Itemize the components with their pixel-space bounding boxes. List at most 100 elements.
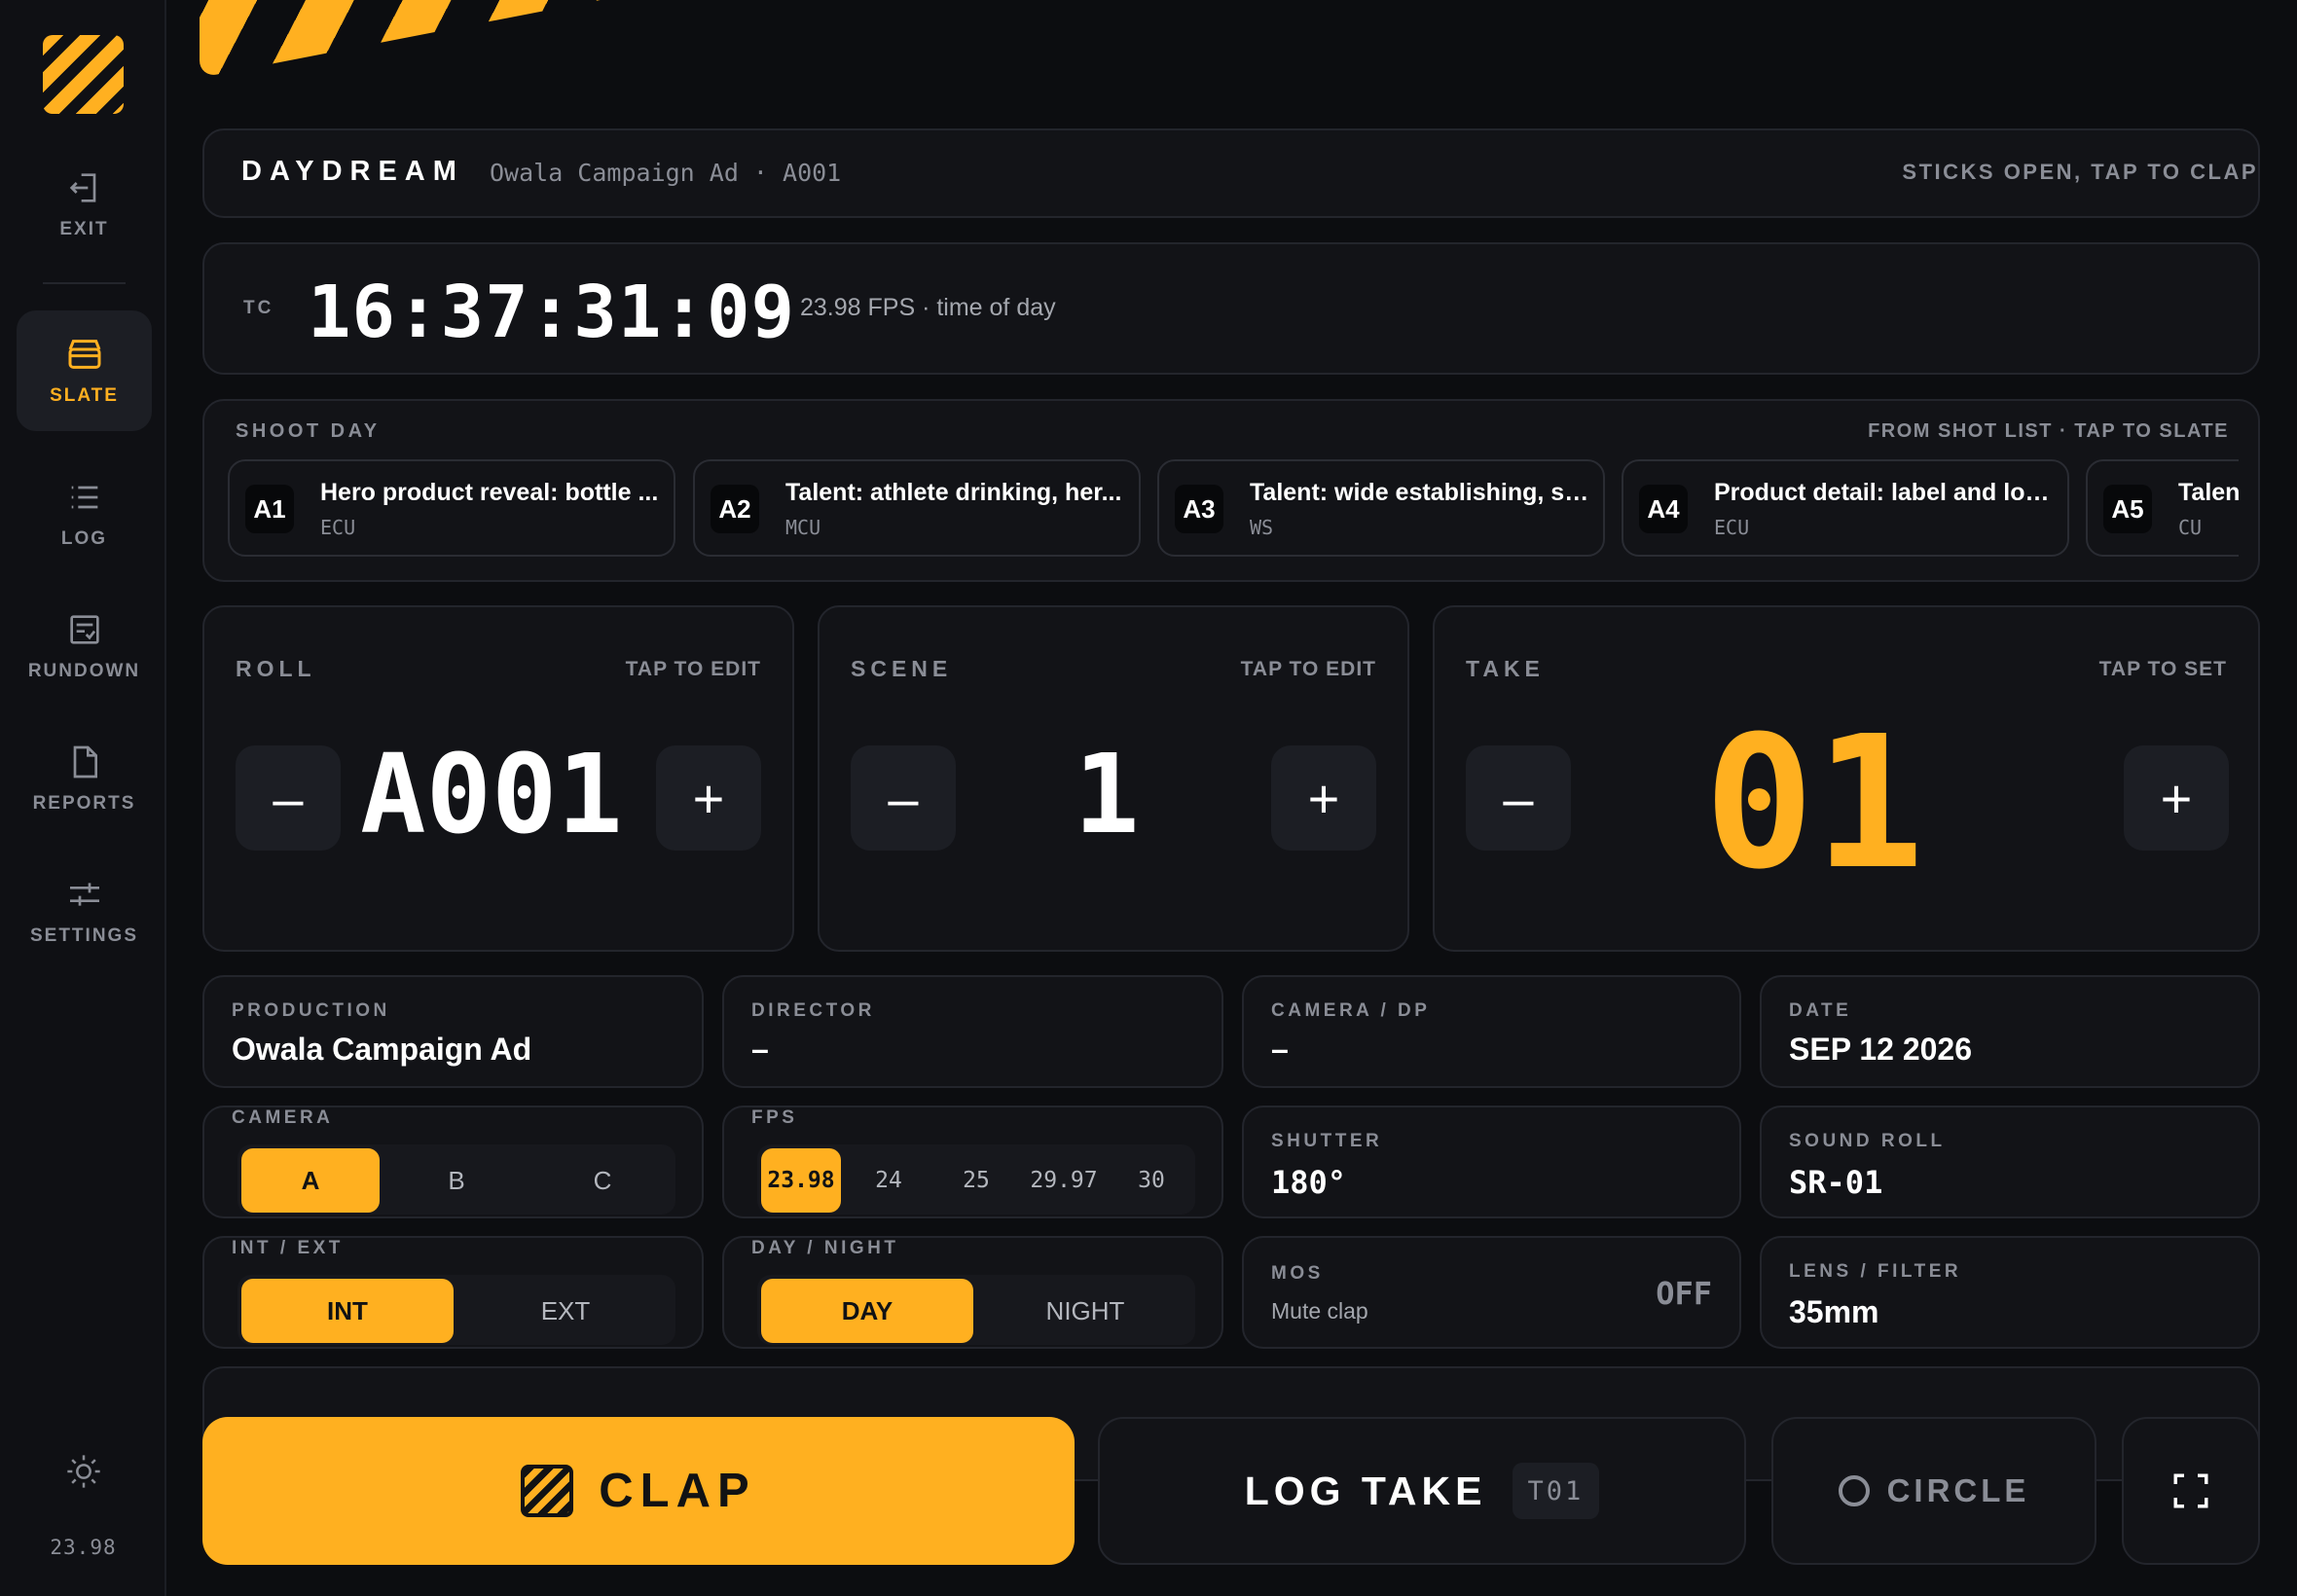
sidebar-item-reports[interactable]: REPORTS <box>17 718 152 839</box>
day-night-card: DAY / NIGHT DAY NIGHT <box>722 1236 1223 1349</box>
shot-title: Talen <box>2178 479 2239 506</box>
fps-readout: 23.98 <box>50 1536 117 1559</box>
int-option[interactable]: INT <box>241 1279 454 1343</box>
mos-toggle-card[interactable]: MOS Mute clap OFF <box>1242 1236 1741 1349</box>
camera-option-c[interactable]: C <box>533 1148 672 1213</box>
clapper-stripes <box>200 0 1076 78</box>
shot-title: Talent: athlete drinking, her... <box>785 479 1122 506</box>
log-take-button[interactable]: LOG TAKE T01 <box>1098 1417 1746 1565</box>
sidebar-item-rundown[interactable]: RUNDOWN <box>17 586 152 707</box>
day-night-segmented-control: DAY NIGHT <box>757 1275 1195 1345</box>
sidebar-item-log[interactable]: LOG <box>17 453 152 574</box>
lens-value: 35mm <box>1789 1294 1879 1329</box>
roll-increment-button[interactable]: + <box>656 745 761 851</box>
scene-panel: SCENE TAP TO EDIT – 1 + <box>818 605 1409 952</box>
director-value: – <box>751 1032 769 1067</box>
shutter-value: 180° <box>1271 1164 1347 1201</box>
fps-option-29-97[interactable]: 29.97 <box>1024 1148 1104 1213</box>
fps-option-25[interactable]: 25 <box>936 1148 1016 1213</box>
sidebar-item-slate[interactable]: SLATE <box>17 310 152 431</box>
fps-option-23-98[interactable]: 23.98 <box>761 1148 841 1213</box>
document-icon <box>73 745 97 779</box>
rundown-icon <box>69 615 99 644</box>
shot-list-hint: FROM SHOT LIST · TAP TO SLATE <box>1868 420 2229 442</box>
take-badge: T01 <box>1512 1463 1600 1519</box>
sliders-icon <box>69 883 99 906</box>
take-decrement-button[interactable]: – <box>1466 745 1571 851</box>
clapper-icon <box>521 1465 574 1517</box>
log-take-label: LOG TAKE <box>1244 1468 1487 1513</box>
sound-roll-card[interactable]: SOUND ROLL SR-01 <box>1760 1106 2260 1218</box>
camera-option-b[interactable]: B <box>387 1148 526 1213</box>
sidebar-divider <box>43 282 126 284</box>
roll-edit-hint[interactable]: TAP TO EDIT <box>626 658 761 681</box>
shot-title: Hero product reveal: bottle ... <box>320 479 659 506</box>
date-value: SEP 12 2026 <box>1789 1032 1973 1067</box>
scene-increment-button[interactable]: + <box>1271 745 1376 851</box>
mos-state: OFF <box>1656 1275 1712 1312</box>
int-ext-card: INT / EXT INT EXT <box>202 1236 704 1349</box>
timecode-value: 16:37:31:09 <box>308 271 796 354</box>
shot-card-a2[interactable]: A2 Talent: athlete drinking, her... MCU <box>693 459 1141 557</box>
shot-type: CU <box>2178 516 2203 539</box>
take-panel: TAKE TAP TO SET – 01 + <box>1433 605 2260 952</box>
fps-option-24[interactable]: 24 <box>849 1148 929 1213</box>
shot-card-a4[interactable]: A4 Product detail: label and log... ECU <box>1622 459 2069 557</box>
shutter-label: SHUTTER <box>1271 1131 1383 1151</box>
camera-selector-card: CAMERA A B C <box>202 1106 704 1218</box>
sidebar-item-settings[interactable]: SETTINGS <box>17 851 152 971</box>
take-increment-button[interactable]: + <box>2124 745 2229 851</box>
scene-edit-hint[interactable]: TAP TO EDIT <box>1241 658 1376 681</box>
director-card[interactable]: DIRECTOR – <box>722 975 1223 1088</box>
production-label: PRODUCTION <box>232 1000 390 1021</box>
shoot-day-label: SHOOT DAY <box>236 420 381 442</box>
ext-option[interactable]: EXT <box>459 1279 672 1343</box>
camera-dp-card[interactable]: CAMERA / DP – <box>1242 975 1741 1088</box>
clap-button[interactable]: CLAP <box>202 1417 1075 1565</box>
clap-status[interactable]: STICKS OPEN, TAP TO CLAP <box>1902 160 2258 185</box>
timecode-note: 23.98 FPS · time of day <box>800 294 1056 321</box>
sidebar-item-label: EXIT <box>59 219 109 239</box>
day-option[interactable]: DAY <box>761 1279 973 1343</box>
date-label: DATE <box>1789 1000 1852 1021</box>
roll-panel: ROLL TAP TO EDIT – A001 + <box>202 605 794 952</box>
shot-code: A5 <box>2103 485 2152 533</box>
scene-value[interactable]: 1 <box>966 732 1248 858</box>
take-label: TAKE <box>1466 656 1545 681</box>
fullscreen-button[interactable] <box>2122 1417 2260 1565</box>
circle-take-button[interactable]: CIRCLE <box>1771 1417 2096 1565</box>
date-card[interactable]: DATE SEP 12 2026 <box>1760 975 2260 1088</box>
project-subtitle: Owala Campaign Ad · A001 <box>490 159 842 187</box>
shot-card-a1[interactable]: A1 Hero product reveal: bottle ... ECU <box>228 459 675 557</box>
roll-value[interactable]: A001 <box>350 732 633 858</box>
sun-icon[interactable] <box>64 1452 103 1491</box>
shot-card-a3[interactable]: A3 Talent: wide establishing, st... WS <box>1157 459 1605 557</box>
day-night-label: DAY / NIGHT <box>751 1238 899 1258</box>
camera-segmented-control: A B C <box>237 1144 675 1215</box>
director-label: DIRECTOR <box>751 1000 875 1021</box>
night-option[interactable]: NIGHT <box>979 1279 1191 1343</box>
fps-option-30[interactable]: 30 <box>1112 1148 1191 1213</box>
lens-filter-card[interactable]: LENS / FILTER 35mm <box>1760 1236 2260 1349</box>
list-icon <box>71 486 97 509</box>
take-value[interactable]: 01 <box>1590 697 2038 910</box>
fps-selector-card: FPS 23.98 24 25 29.97 30 <box>722 1106 1223 1218</box>
fullscreen-icon <box>2173 1473 2208 1508</box>
clapper-icon <box>68 340 100 369</box>
shutter-card[interactable]: SHUTTER 180° <box>1242 1106 1741 1218</box>
roll-label: ROLL <box>236 656 316 681</box>
lens-label: LENS / FILTER <box>1789 1261 1962 1282</box>
take-set-hint[interactable]: TAP TO SET <box>2099 658 2227 681</box>
daydream-logo <box>43 35 124 114</box>
camera-dp-label: CAMERA / DP <box>1271 1000 1431 1021</box>
scene-decrement-button[interactable]: – <box>851 745 956 851</box>
production-card[interactable]: PRODUCTION Owala Campaign Ad <box>202 975 704 1088</box>
camera-option-a[interactable]: A <box>241 1148 380 1213</box>
sidebar-item-label: REPORTS <box>32 793 136 814</box>
roll-decrement-button[interactable]: – <box>236 745 341 851</box>
shot-card-a5[interactable]: A5 Talen CU <box>2086 459 2239 557</box>
sidebar-item-exit[interactable]: EXIT <box>17 144 152 265</box>
shot-title: Product detail: label and log... <box>1714 479 2055 506</box>
shot-list: A1 Hero product reveal: bottle ... ECU A… <box>228 459 2239 557</box>
sidebar-item-label: SLATE <box>50 385 119 406</box>
